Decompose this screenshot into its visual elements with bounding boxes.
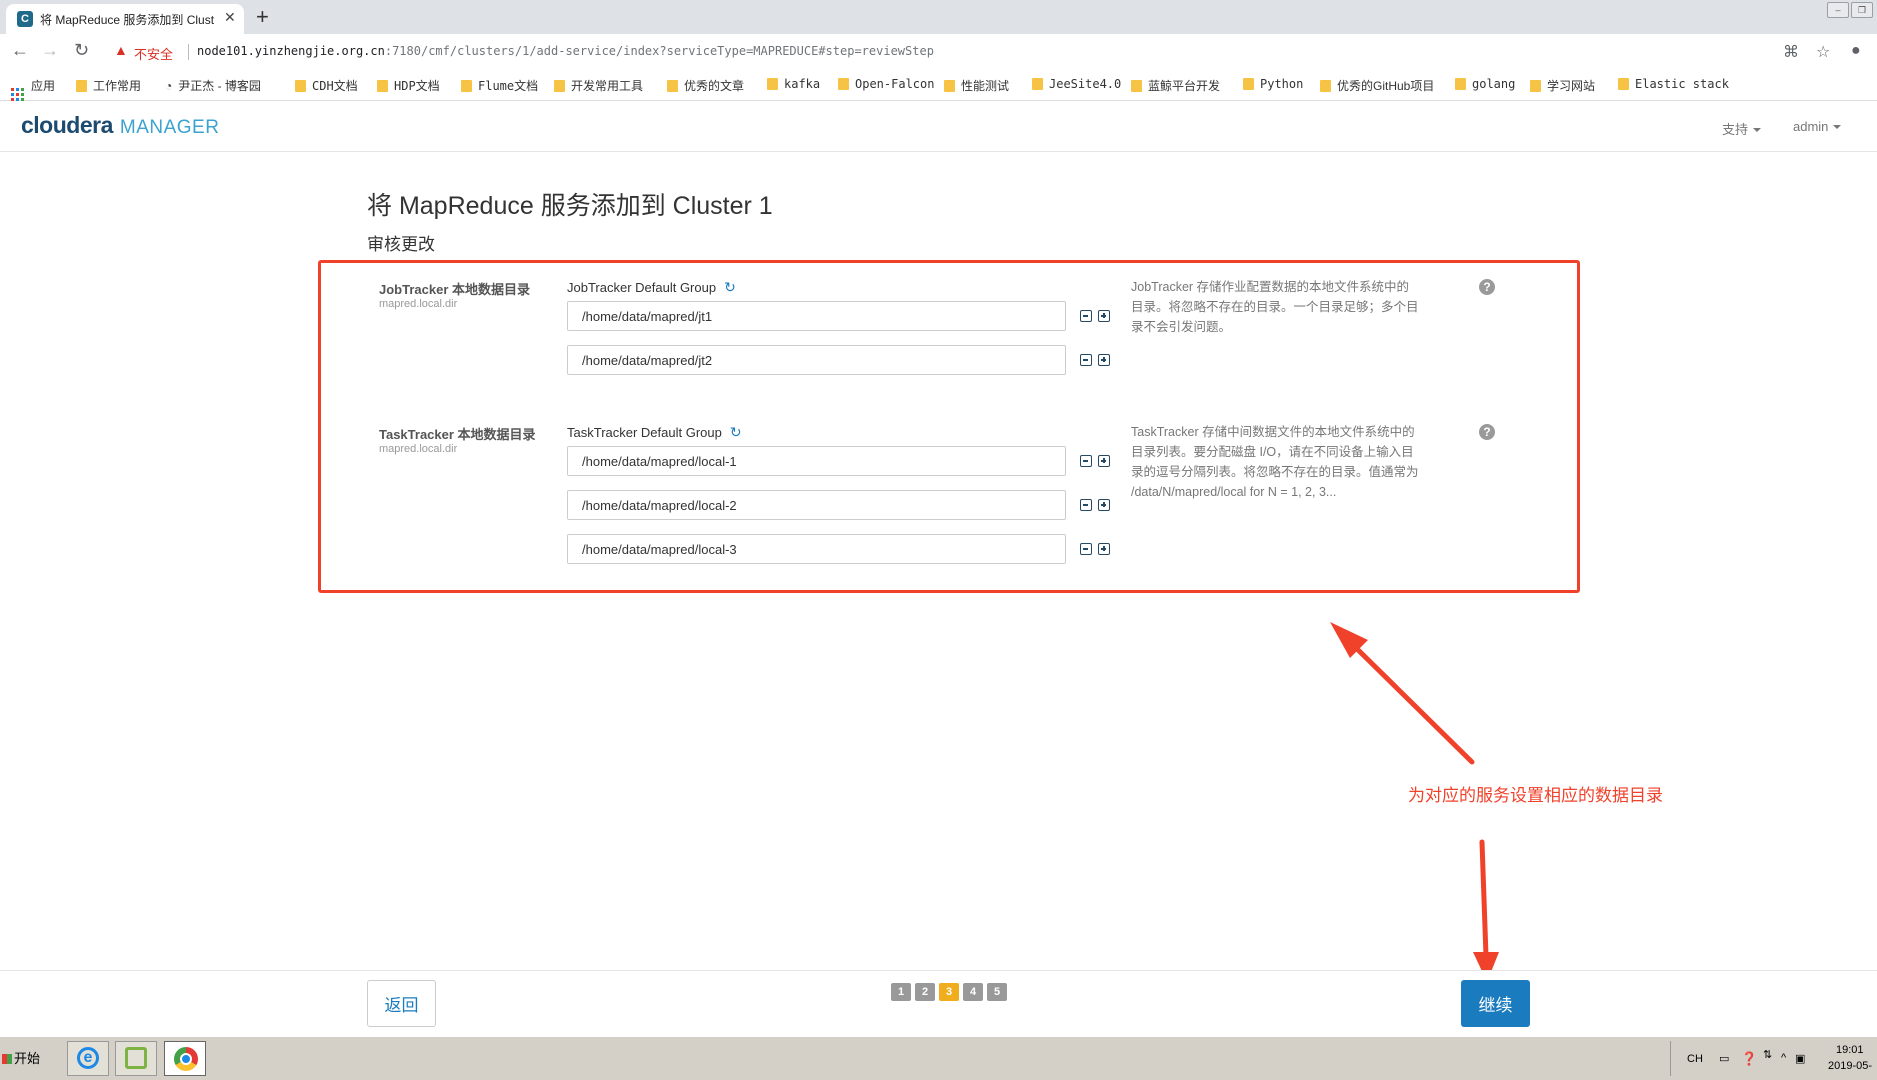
- keyboard-icon[interactable]: ▭: [1719, 1052, 1729, 1065]
- arrow-line-down: [1479, 839, 1489, 959]
- wizard-footer: 返回 1 2 3 4 5 继续: [0, 970, 1877, 1037]
- expand-tray-icon[interactable]: ^: [1781, 1052, 1786, 1064]
- os-taskbar: 开始 e CH ▭ ❓ ⇅ ^ ▣ 19:01 2019-05-: [0, 1036, 1877, 1080]
- continue-button[interactable]: 继续: [1461, 980, 1530, 1027]
- network-icon[interactable]: ⇅: [1763, 1048, 1772, 1061]
- clock-date: 2019-05-: [1828, 1060, 1873, 1072]
- start-button[interactable]: 开始: [0, 1042, 46, 1075]
- step-indicator: 1 2 3 4 5: [891, 983, 1007, 1001]
- back-button[interactable]: 返回: [367, 980, 436, 1027]
- step-1[interactable]: 1: [891, 983, 911, 1001]
- step-2[interactable]: 2: [915, 983, 935, 1001]
- annotation-text: 为对应的服务设置相应的数据目录: [1408, 786, 1663, 805]
- step-3-current[interactable]: 3: [939, 983, 959, 1001]
- start-label: 开始: [14, 1051, 41, 1066]
- language-indicator[interactable]: CH: [1687, 1053, 1703, 1065]
- clock-time: 19:01: [1836, 1044, 1864, 1056]
- vmware-icon: [125, 1047, 147, 1069]
- taskbar-chrome[interactable]: [164, 1041, 206, 1076]
- system-tray: CH ▭ ❓ ⇅ ^ ▣ 19:01 2019-05-: [1670, 1041, 1877, 1076]
- step-5[interactable]: 5: [987, 983, 1007, 1001]
- taskbar-vmware[interactable]: [115, 1041, 157, 1076]
- chrome-icon: [174, 1047, 198, 1071]
- windows-flag-icon: [2, 1054, 12, 1064]
- arrow-line-up: [1345, 637, 1475, 765]
- ie-icon: e: [77, 1047, 99, 1069]
- taskbar-ie[interactable]: e: [67, 1041, 109, 1076]
- display-icon[interactable]: ▣: [1795, 1052, 1805, 1065]
- help-tray-icon[interactable]: ❓: [1741, 1051, 1757, 1067]
- annotation-arrows: [1330, 622, 1499, 982]
- step-4[interactable]: 4: [963, 983, 983, 1001]
